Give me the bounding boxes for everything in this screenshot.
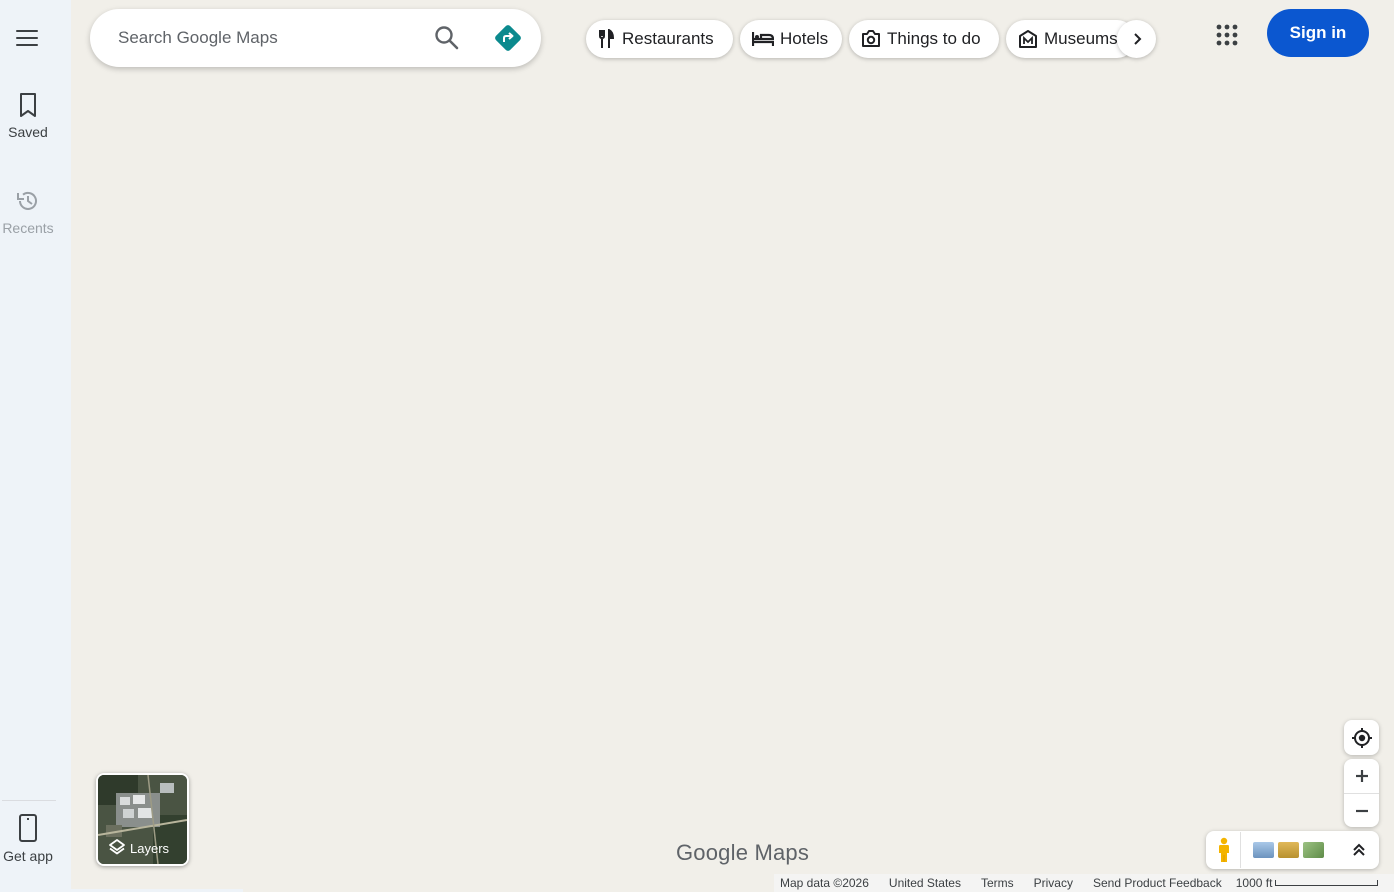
search-box [90, 9, 541, 67]
pegman-icon [1218, 837, 1229, 862]
google-maps-logo: Google Maps [676, 840, 810, 865]
recents-label: Recents [2, 220, 54, 236]
locate-icon [1351, 727, 1372, 748]
country-link[interactable]: United States [889, 876, 961, 890]
privacy-link[interactable]: Privacy [1034, 876, 1073, 890]
map-data-text: Map data ©2026 [780, 876, 869, 890]
pegman-button[interactable] [1207, 832, 1241, 868]
scale-bar [1275, 880, 1379, 886]
history-icon [17, 191, 37, 210]
get-app-label: Get app [3, 848, 53, 864]
apps-grid-icon[interactable] [1213, 21, 1241, 49]
minus-icon [1355, 809, 1368, 812]
feedback-link[interactable]: Send Product Feedback [1093, 876, 1222, 890]
zoom-out-button[interactable] [1344, 793, 1379, 827]
menu-button[interactable] [16, 22, 42, 54]
bed-icon [752, 32, 774, 46]
phone-icon [19, 814, 37, 842]
map-type-thumbnails[interactable] [1253, 842, 1324, 858]
museum-icon [1019, 30, 1037, 48]
saved-button[interactable]: Saved [0, 92, 56, 140]
chip-restaurants[interactable]: Restaurants [586, 20, 733, 58]
transit-thumbnail [1303, 842, 1324, 858]
layers-button[interactable]: Layers [96, 773, 189, 866]
double-chevron-up-icon [1353, 843, 1365, 856]
chip-label: Restaurants [622, 29, 714, 48]
rail-divider [2, 800, 56, 801]
search-icon[interactable] [432, 23, 462, 53]
get-app-button[interactable]: Get app [0, 814, 56, 864]
terms-link[interactable]: Terms [981, 876, 1014, 890]
scale-indicator[interactable]: 1000 ft [1236, 876, 1379, 890]
zoom-in-button[interactable] [1344, 759, 1379, 793]
menu-icon-bar [16, 44, 38, 46]
map-footer: Map data ©2026 United States Terms Priva… [774, 874, 1394, 892]
menu-icon-bar [16, 30, 38, 32]
scale-label: 1000 ft [1235, 876, 1273, 890]
chip-hotels[interactable]: Hotels [740, 20, 842, 58]
my-location-button[interactable] [1344, 720, 1379, 755]
chip-label: Museums [1044, 29, 1118, 48]
chevron-right-icon [1133, 33, 1141, 45]
chip-things-to-do[interactable]: Things to do [849, 20, 999, 58]
camera-icon [862, 30, 880, 47]
fork-knife-icon [599, 29, 615, 48]
menu-icon-bar [16, 37, 38, 39]
plus-icon [1355, 770, 1368, 782]
sign-in-button[interactable]: Sign in [1267, 9, 1369, 57]
layers-label: Layers [130, 841, 170, 856]
recents-button[interactable]: Recents [0, 188, 56, 236]
search-input[interactable] [118, 23, 418, 53]
directions-icon[interactable] [493, 23, 523, 53]
expand-imagery-button[interactable] [1347, 838, 1371, 862]
chip-label: Hotels [780, 29, 829, 48]
layers-icon [109, 839, 125, 855]
zoom-control [1344, 759, 1379, 827]
chip-label: Things to do [887, 29, 981, 48]
chips-next-button[interactable] [1117, 20, 1156, 58]
traffic-thumbnail [1278, 842, 1299, 858]
terrain-thumbnail [1253, 842, 1274, 858]
saved-label: Saved [8, 124, 48, 140]
bookmark-icon [20, 93, 36, 117]
